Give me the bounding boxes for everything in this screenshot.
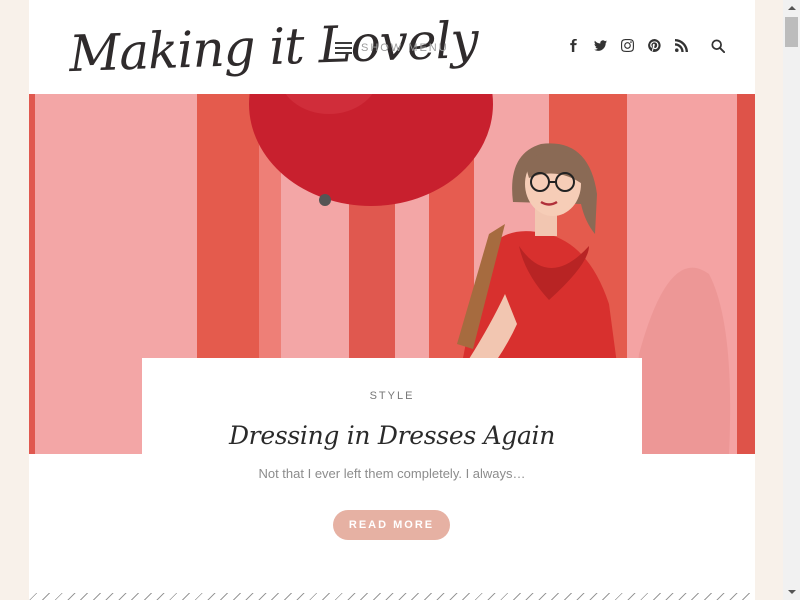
twitter-icon[interactable] [593,37,607,53]
scroll-up-arrow-icon[interactable] [783,0,800,17]
show-menu-label: SHOW MENU [361,42,449,54]
show-menu-button[interactable]: SHOW MENU [335,38,449,58]
post-category[interactable]: STYLE [142,390,642,402]
social-links [566,37,688,53]
hamburger-icon [335,41,352,55]
facebook-icon[interactable] [566,37,580,53]
rss-icon[interactable] [674,37,688,53]
section-divider [29,593,755,600]
search-icon[interactable] [711,38,726,54]
post-excerpt: Not that I ever left them completely. I … [258,466,526,481]
scrollbar-thumb[interactable] [785,17,798,47]
site-header: Making it Lovely SHOW MENU [29,0,755,94]
pinterest-icon[interactable] [647,37,661,53]
page: Making it Lovely SHOW MENU STYLE Dressin… [29,0,755,600]
post-card: STYLE Dressing in Dresses Again Not that… [142,358,642,548]
scrollbar[interactable] [783,0,800,600]
scroll-down-arrow-icon[interactable] [783,583,800,600]
post-title[interactable]: Dressing in Dresses Again [142,421,642,450]
read-more-button[interactable]: READ MORE [333,510,450,540]
instagram-icon[interactable] [620,37,634,53]
